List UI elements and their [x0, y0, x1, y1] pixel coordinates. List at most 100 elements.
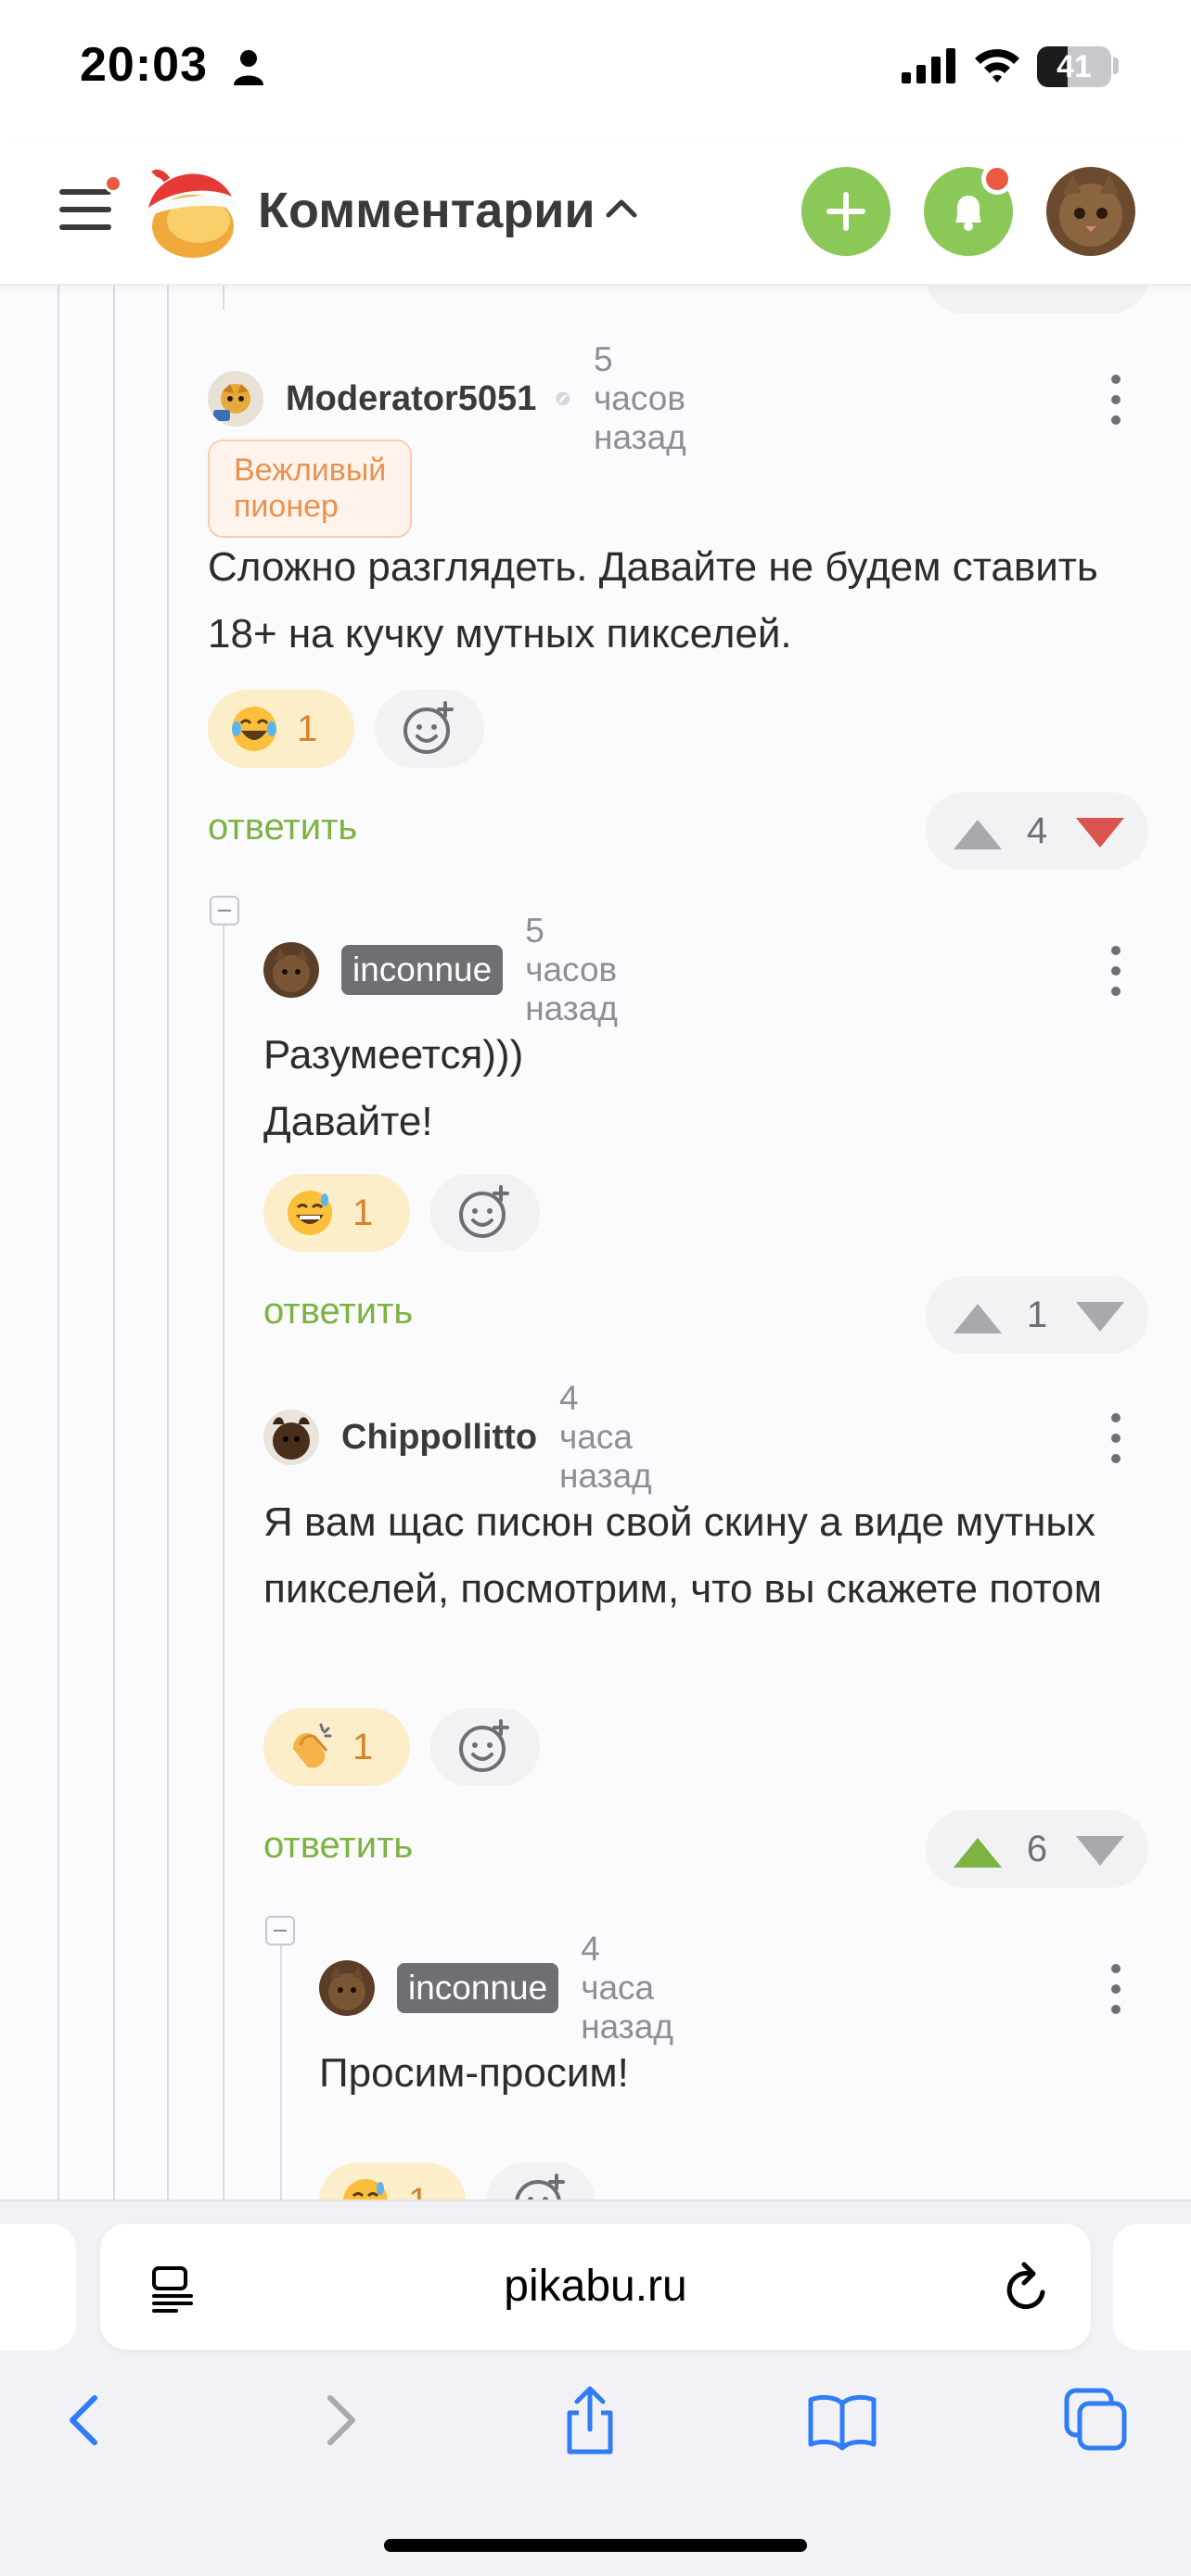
- comment-meta: inconnue 5 часов назад: [263, 912, 618, 1027]
- collapse-thread-button[interactable]: [210, 896, 239, 925]
- user-badge: Вежливый пионер: [208, 440, 413, 538]
- avatar[interactable]: [263, 942, 319, 998]
- add-reaction-button[interactable]: [375, 690, 484, 768]
- comment-meta: Moderator5051 5 часов назад: [208, 340, 703, 456]
- comment-meta: inconnue 4 часа назад: [319, 1930, 673, 2046]
- vote-widget[interactable]: [926, 286, 1148, 313]
- battery-tip: [1113, 57, 1119, 74]
- status-bar: 20:03 41: [0, 0, 1191, 139]
- add-emoji-icon: [403, 701, 454, 754]
- add-emoji-icon: [459, 1185, 509, 1238]
- clapping-hands-emoji-icon: [293, 1723, 332, 1768]
- reply-link[interactable]: ответить: [263, 1825, 413, 1867]
- back-icon[interactable]: [48, 2383, 122, 2457]
- avatar[interactable]: [208, 371, 263, 427]
- address-bar[interactable]: pikabu.ru: [100, 2224, 1091, 2350]
- add-reaction-button[interactable]: [486, 2162, 596, 2200]
- comment-text: Просим-просим!: [319, 2050, 629, 2096]
- rating: 1: [1026, 1294, 1048, 1335]
- bookmarks-icon[interactable]: [805, 2383, 879, 2457]
- vote-widget: 6: [926, 1810, 1148, 1888]
- thread-line[interactable]: [58, 286, 59, 2200]
- username-op-tag[interactable]: inconnue: [341, 945, 504, 995]
- username[interactable]: Chippollitto: [341, 1418, 537, 1458]
- reply-link[interactable]: ответить: [263, 1291, 413, 1333]
- timestamp: 5 часов назад: [525, 912, 618, 1027]
- battery-icon: 41: [1037, 46, 1111, 87]
- vote-widget: 4: [926, 792, 1148, 870]
- reaction-chip[interactable]: 1: [263, 1174, 410, 1252]
- tears-of-joy-emoji-icon: [232, 707, 276, 751]
- username-op-tag[interactable]: inconnue: [397, 1963, 559, 2013]
- reaction-chip[interactable]: 1: [208, 690, 354, 768]
- grinning-sweat-emoji-icon: [288, 1191, 332, 1235]
- add-emoji-icon: [515, 2174, 565, 2200]
- menu-notification-dot: [104, 174, 122, 193]
- downvote-icon[interactable]: [1074, 1836, 1126, 1868]
- downvote-icon[interactable]: [1074, 1302, 1126, 1333]
- add-reaction-button[interactable]: [430, 1174, 540, 1252]
- more-options-icon[interactable]: [1109, 1413, 1121, 1465]
- reaction-count: 1: [297, 708, 318, 749]
- battery-level: 41: [1057, 49, 1092, 84]
- forward-icon[interactable]: [302, 2383, 377, 2457]
- thread-line[interactable]: [167, 286, 169, 2200]
- more-options-icon[interactable]: [1109, 375, 1121, 427]
- more-options-icon[interactable]: [1109, 946, 1121, 998]
- share-icon[interactable]: [553, 2383, 627, 2457]
- upvote-icon[interactable]: [952, 1836, 1004, 1868]
- wifi-icon: [975, 49, 1019, 83]
- upvote-icon[interactable]: [952, 1302, 1004, 1333]
- person-icon: [234, 50, 263, 85]
- add-reaction-button[interactable]: [430, 1708, 540, 1786]
- chevron-up-icon[interactable]: [605, 197, 638, 219]
- comment-text: Сложно разглядеть. Давайте не будем став…: [208, 544, 1098, 657]
- browser-toolbar: pikabu.ru: [0, 2200, 1191, 2576]
- reaction-chip[interactable]: 1: [319, 2162, 466, 2200]
- thread-line[interactable]: [113, 286, 115, 2200]
- collapse-thread-button[interactable]: [265, 1916, 295, 1945]
- previous-tab-preview[interactable]: [0, 2224, 76, 2350]
- rating: 4: [1026, 810, 1048, 851]
- reply-link[interactable]: ответить: [208, 807, 357, 848]
- vote-widget: 1: [926, 1276, 1148, 1354]
- comment-text: Я вам щас писюн свой скину а виде мутных…: [263, 1499, 1102, 1612]
- avatar[interactable]: [319, 1960, 375, 2016]
- grinning-sweat-emoji-icon: [343, 2179, 388, 2200]
- timestamp: 5 часов назад: [594, 340, 686, 456]
- plus-icon: [826, 192, 865, 231]
- pikabu-logo[interactable]: [139, 159, 243, 263]
- username[interactable]: Moderator5051: [286, 379, 536, 419]
- reaction-count: 1: [352, 1192, 374, 1233]
- home-indicator[interactable]: [384, 2539, 807, 2552]
- author-status-icon: [556, 391, 570, 406]
- clock: 20:03: [80, 38, 208, 92]
- avatar[interactable]: [263, 1409, 319, 1465]
- notification-dot: [981, 163, 1013, 195]
- notifications-button[interactable]: [924, 163, 1013, 256]
- url-text[interactable]: pikabu.ru: [100, 2261, 1091, 2312]
- thread-line[interactable]: [280, 1918, 282, 2200]
- page-title[interactable]: Комментарии: [258, 182, 596, 239]
- signal-icon: [902, 48, 955, 83]
- comments-feed[interactable]: Moderator5051 5 часов назад Вежливый пио…: [0, 286, 1191, 2200]
- add-emoji-icon: [459, 1719, 509, 1772]
- timestamp: 4 часа назад: [559, 1379, 652, 1495]
- tabs-icon[interactable]: [1059, 2383, 1133, 2457]
- next-tab-preview[interactable]: [1113, 2224, 1191, 2350]
- more-options-icon[interactable]: [1109, 1964, 1121, 2016]
- reaction-count: 1: [408, 2181, 429, 2200]
- timestamp: 4 часа назад: [581, 1930, 673, 2046]
- rating: 6: [1026, 1829, 1048, 1869]
- reload-icon[interactable]: [1002, 2261, 1054, 2316]
- thread-line[interactable]: [223, 286, 224, 310]
- reaction-chip[interactable]: 1: [263, 1708, 410, 1786]
- upvote-icon[interactable]: [952, 818, 1004, 849]
- downvote-icon[interactable]: [1074, 818, 1126, 849]
- menu-icon[interactable]: [59, 174, 122, 236]
- thread-line[interactable]: [223, 916, 224, 2200]
- add-post-button[interactable]: [801, 167, 890, 256]
- comment-text: Разумеется))) Давайте!: [263, 1032, 524, 1144]
- comment-meta: Chippollitto 4 часа назад: [263, 1379, 652, 1495]
- avatar[interactable]: [1046, 167, 1135, 256]
